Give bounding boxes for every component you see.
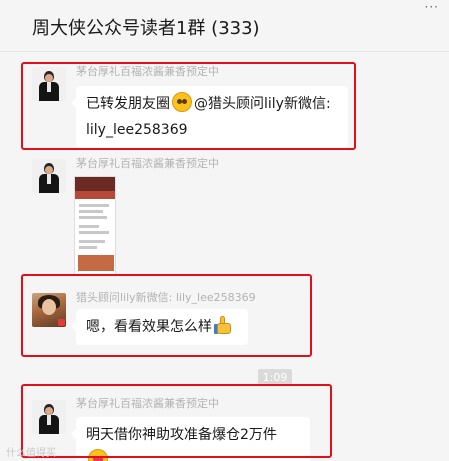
- group-chat-title: 周大侠公众号读者1群 (333): [32, 18, 260, 39]
- highlight-box: [21, 274, 312, 357]
- sender-name: 茅台厚礼百福浓酱兼香预定中: [76, 157, 219, 170]
- highlight-box: [21, 384, 332, 458]
- moments-screenshot-image[interactable]: [74, 176, 116, 276]
- avatar[interactable]: [32, 159, 66, 193]
- more-dots-icon[interactable]: ···: [425, 0, 439, 14]
- watermark: 什么值得买: [6, 448, 56, 459]
- chat-header: 周大侠公众号读者1群 (333) ···: [0, 0, 449, 52]
- highlight-box: [21, 62, 356, 150]
